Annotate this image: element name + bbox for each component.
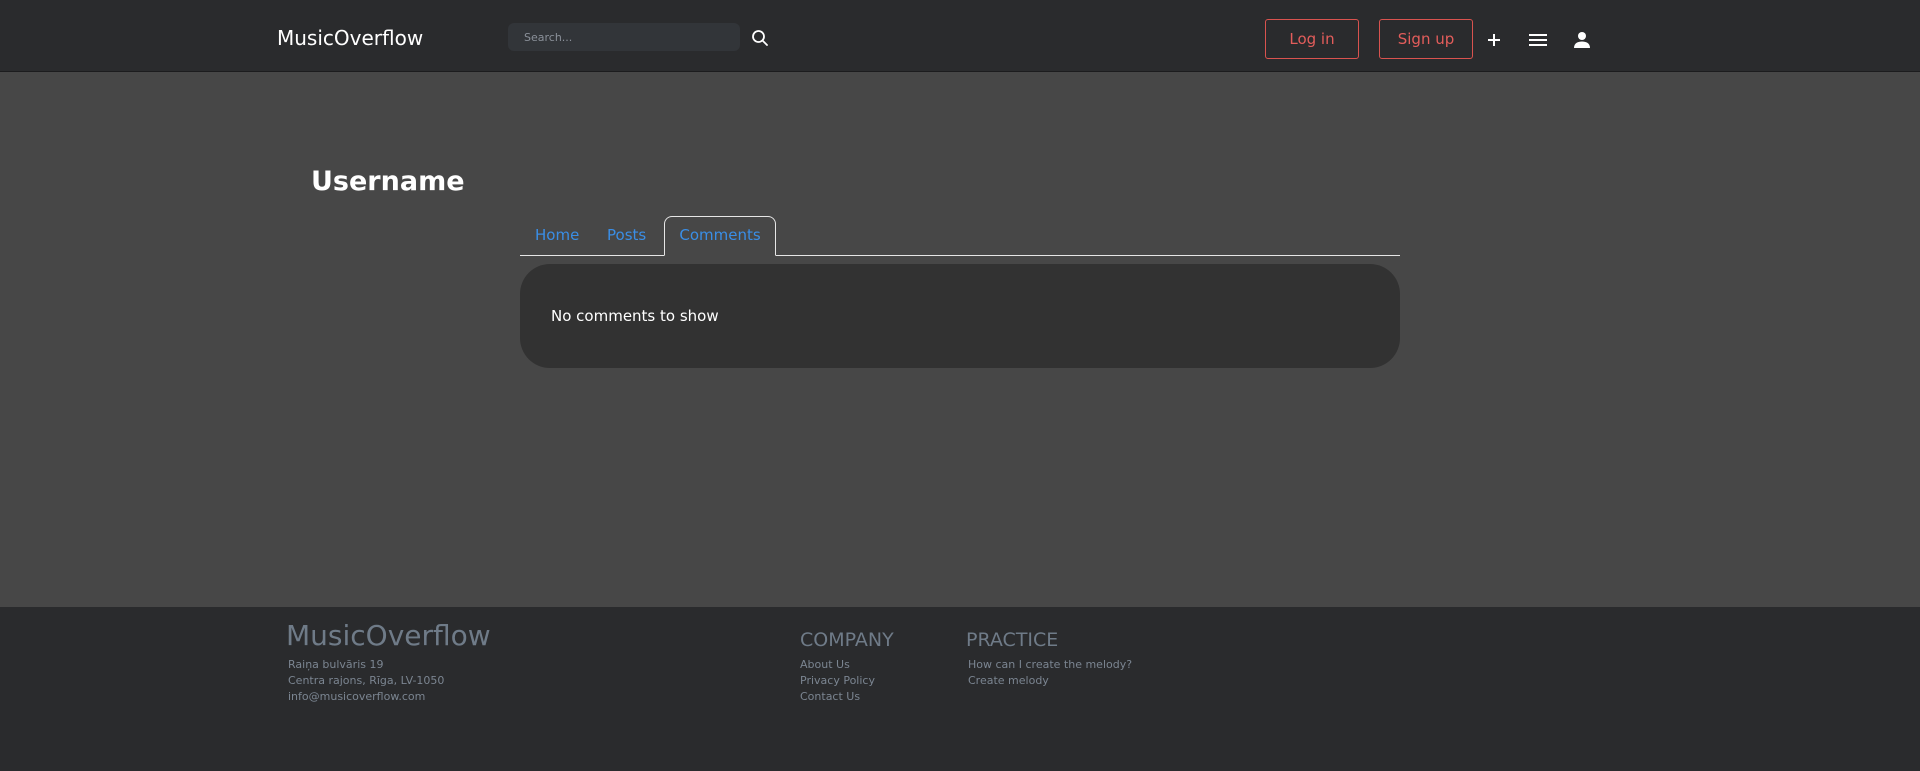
- tab-comments[interactable]: Comments: [664, 216, 776, 256]
- footer-email: info@musicoverflow.com: [288, 690, 426, 703]
- footer-address-line: Centra rajons, Rīga, LV-1050: [288, 674, 445, 687]
- footer-heading-practice: PRACTICE: [966, 629, 1059, 651]
- profile-tabs: Home Posts Comments: [520, 215, 1400, 256]
- footer-link-privacy[interactable]: Privacy Policy: [800, 674, 875, 688]
- tab-home[interactable]: Home: [521, 217, 593, 255]
- login-button[interactable]: Log in: [1265, 19, 1359, 59]
- menu-icon[interactable]: [1526, 28, 1550, 52]
- signup-button[interactable]: Sign up: [1379, 19, 1473, 59]
- person-icon[interactable]: [1570, 28, 1594, 52]
- footer-link-create-melody[interactable]: Create melody: [968, 674, 1049, 688]
- tab-posts[interactable]: Posts: [593, 217, 660, 255]
- empty-state-message: No comments to show: [551, 307, 719, 325]
- footer-link-contact[interactable]: Contact Us: [800, 690, 860, 704]
- footer-brand: MusicOverflow: [286, 619, 491, 652]
- plus-icon[interactable]: [1482, 28, 1506, 52]
- search-icon[interactable]: [749, 27, 771, 49]
- top-navbar: MusicOverflow Log in Sign up: [0, 0, 1920, 72]
- footer-heading-company: COMPANY: [800, 629, 894, 651]
- page-title: Username: [311, 166, 465, 197]
- footer-address-line: Raiņa bulvāris 19: [288, 658, 384, 671]
- footer: MusicOverflow Raiņa bulvāris 19 Centra r…: [0, 607, 1920, 771]
- comments-panel: No comments to show: [520, 264, 1400, 368]
- footer-link-melody-howto[interactable]: How can I create the melody?: [968, 658, 1132, 672]
- search-input[interactable]: [508, 23, 740, 51]
- footer-link-about[interactable]: About Us: [800, 658, 850, 672]
- brand-logo[interactable]: MusicOverflow: [277, 25, 423, 51]
